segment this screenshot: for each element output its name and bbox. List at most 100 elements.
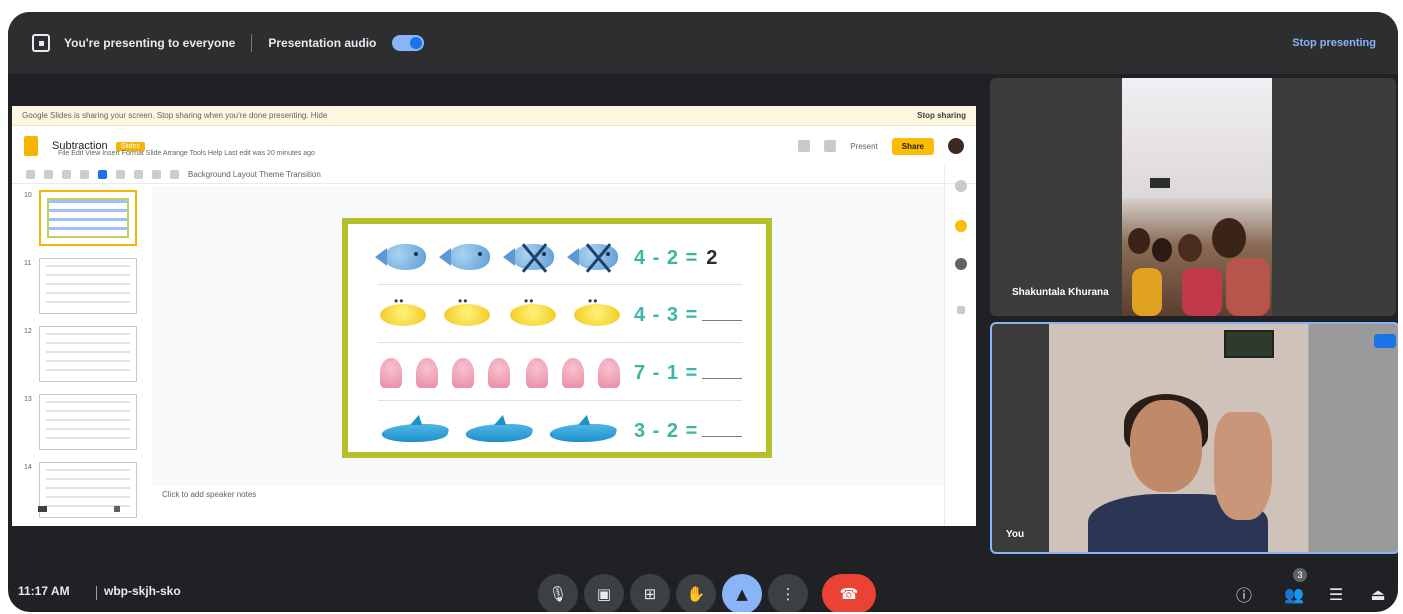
image-icon[interactable] — [134, 170, 143, 179]
end-call-button[interactable]: ☎ — [822, 574, 876, 612]
equation-text: 7 - 1 = — [634, 362, 743, 385]
jellyfish-icon — [562, 358, 584, 388]
toolbar-layout-options[interactable]: Background Layout Theme Transition — [188, 170, 321, 179]
present-icon: ▲ — [736, 584, 748, 603]
present-screen-icon — [32, 34, 50, 52]
equation-text: 4 - 3 = — [634, 304, 743, 327]
jellyfish-icon — [598, 358, 620, 388]
slide-number: 11 — [24, 260, 32, 267]
dolphin-icon — [379, 424, 451, 442]
participant-video — [1122, 78, 1272, 316]
slides-header: Subtraction Slides File Edit View Insert… — [12, 126, 976, 166]
grid-view-icon[interactable] — [114, 506, 120, 512]
activities-button[interactable]: ⏏ — [1366, 582, 1390, 606]
slide-thumbnail[interactable]: 12 — [12, 326, 152, 388]
slide-thumbnail[interactable]: 10 — [12, 190, 152, 252]
expand-icon[interactable] — [957, 306, 965, 314]
more-options-button[interactable]: ⋮ — [768, 574, 808, 612]
slides-menu-bar[interactable]: File Edit View Insert Format Slide Arran… — [58, 150, 315, 157]
dolphin-icon — [463, 424, 535, 442]
slides-logo-icon — [24, 136, 38, 156]
people-button[interactable]: 👥 — [1282, 582, 1306, 606]
answer-blank — [702, 365, 743, 379]
presenting-bar: You're presenting to everyone Presentati… — [8, 12, 1398, 74]
slideshow-button[interactable]: Present — [850, 142, 878, 151]
raise-hand-button[interactable]: ✋ — [676, 574, 716, 612]
jellyfish-icon — [488, 358, 510, 388]
presentation-audio-toggle[interactable] — [392, 35, 425, 51]
self-tile[interactable]: You — [990, 322, 1398, 554]
slide-thumbnail[interactable]: 14 — [12, 462, 152, 524]
slide-number: 10 — [24, 192, 32, 199]
jellyfish-icon — [526, 358, 548, 388]
sharing-banner-text: Google Slides is sharing your screen. St… — [22, 111, 328, 120]
dolphin-icon — [547, 424, 619, 442]
self-pin-badge[interactable] — [1374, 334, 1396, 348]
slide[interactable]: 4 - 2 =2 4 - 3 = — [342, 218, 772, 458]
present-button[interactable]: ▲ — [722, 574, 762, 612]
undo-icon[interactable] — [26, 170, 35, 179]
textbox-icon[interactable] — [116, 170, 125, 179]
side-panel — [944, 166, 976, 526]
captions-button[interactable]: ⊞ — [630, 574, 670, 612]
equation-row: 7 - 1 = — [372, 352, 752, 401]
camera-icon: ▣ — [596, 584, 612, 603]
keep-icon[interactable] — [955, 220, 967, 232]
answer-blank — [702, 423, 743, 437]
shape-icon[interactable] — [152, 170, 161, 179]
jellyfish-icon — [416, 358, 438, 388]
stop-sharing-link[interactable]: Stop sharing — [917, 111, 966, 120]
submarine-icon — [380, 294, 426, 326]
line-icon[interactable] — [170, 170, 179, 179]
slides-toolbar: Background Layout Theme Transition — [12, 166, 976, 184]
cross-out-icon — [516, 244, 552, 272]
slide-thumbnail-image — [39, 258, 137, 314]
comment-history-icon[interactable] — [798, 140, 811, 152]
equation-text: 4 - 2 = 2 — [634, 247, 719, 269]
equation-row: 4 - 2 = 2 — [372, 238, 752, 285]
meeting-time: 11:17 AM — [18, 584, 70, 598]
slide-thumbnail-image — [39, 394, 137, 450]
slide-thumbnail-image — [39, 326, 137, 382]
select-tool-icon[interactable] — [98, 170, 107, 179]
fish-icon — [375, 244, 426, 270]
people-count-badge: 3 — [1293, 568, 1307, 582]
fish-icon — [567, 244, 618, 272]
cross-out-icon — [580, 244, 616, 272]
slide-number: 14 — [24, 464, 32, 471]
chat-icon: ☰ — [1328, 584, 1344, 604]
account-avatar[interactable] — [948, 138, 964, 154]
mic-button[interactable]: 🎙 — [538, 574, 578, 612]
slide-filmstrip: 10 11 12 13 14 — [12, 186, 152, 526]
activities-icon: ⏏ — [1370, 584, 1386, 604]
participant-name: Shakuntala Khurana — [1012, 287, 1109, 298]
presenting-status-text: You're presenting to everyone — [64, 36, 236, 50]
slide-thumbnail[interactable]: 11 — [12, 258, 152, 320]
captions-icon: ⊞ — [643, 584, 657, 603]
raise-hand-icon: ✋ — [686, 584, 706, 603]
meeting-code[interactable]: wbp-skjh-sko — [104, 584, 181, 598]
calendar-icon[interactable] — [955, 180, 967, 192]
self-name: You — [1006, 529, 1025, 540]
camera-button[interactable]: ▣ — [584, 574, 624, 612]
submarine-icon — [444, 294, 490, 326]
print-icon[interactable] — [62, 170, 71, 179]
equation-row: 4 - 3 = — [372, 292, 752, 343]
participant-tile[interactable]: Shakuntala Khurana — [990, 78, 1396, 316]
meeting-info-button[interactable]: ⓘ — [1232, 582, 1256, 606]
info-icon: ⓘ — [1235, 586, 1252, 605]
speaker-notes[interactable]: Click to add speaker notes — [162, 490, 256, 499]
tasks-icon[interactable] — [955, 258, 967, 270]
filmstrip-toggle-icon[interactable] — [38, 506, 47, 512]
jellyfish-icon — [380, 358, 402, 388]
chat-button[interactable]: ☰ — [1324, 582, 1348, 606]
mic-icon: 🎙 — [548, 584, 568, 603]
share-button[interactable]: Share — [891, 137, 934, 155]
meet-call-icon[interactable] — [824, 140, 837, 152]
redo-icon[interactable] — [44, 170, 53, 179]
zoom-icon[interactable] — [80, 170, 89, 179]
slide-thumbnail[interactable]: 13 — [12, 394, 152, 456]
stop-presenting-button[interactable]: Stop presenting — [1292, 37, 1376, 49]
equation-row: 3 - 2 = — [372, 408, 752, 450]
slide-thumbnail-image — [39, 190, 137, 246]
